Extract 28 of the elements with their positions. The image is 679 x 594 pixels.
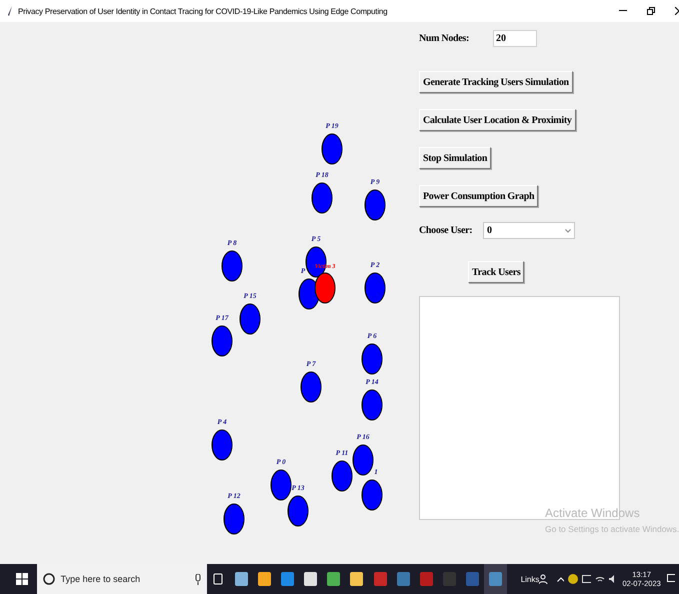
activation-text: Go to Settings to activate Windows. [545,524,679,534]
search-field[interactable]: Type here to search [36,564,207,594]
action-button[interactable]: Calculate User Location & Proximity [419,109,576,131]
choose-user-label: Choose User: [419,225,474,236]
feather-icon [8,6,13,16]
num-nodes-label: Num Nodes: [419,33,470,44]
chevron-up-icon[interactable] [556,576,564,582]
task-view-icon [212,573,224,585]
user-dropdown[interactable]: 0 [483,222,575,239]
circle-icon [42,573,55,585]
action-button[interactable]: Generate Tracking Users Simulation [419,71,573,93]
chevron-down-icon [565,228,571,232]
close-icon[interactable] [675,7,679,15]
minimize-icon[interactable] [619,10,627,12]
action-button[interactable]: Stop Simulation [419,147,492,169]
links-toolbar[interactable]: Links [520,574,540,584]
microphone-icon[interactable] [194,574,201,584]
wifi-icon[interactable] [595,575,605,583]
restore-icon[interactable] [647,7,655,15]
tray-app-icon[interactable] [568,574,578,584]
window-title: Privacy Preservation of User Identity in Contact Tracing for COVID-19-Like Pandemics Using Edge Computing [18,6,388,16]
action-button[interactable]: Power Consumption Graph [419,185,538,207]
num-nodes-field[interactable]: 20 [493,30,537,47]
people-icon[interactable] [539,574,550,584]
activation-title: Activate Windows [545,506,641,520]
track-users-button[interactable]: Track Users [468,261,524,283]
python-button[interactable] [484,564,508,594]
windows-logo-icon [16,573,28,585]
